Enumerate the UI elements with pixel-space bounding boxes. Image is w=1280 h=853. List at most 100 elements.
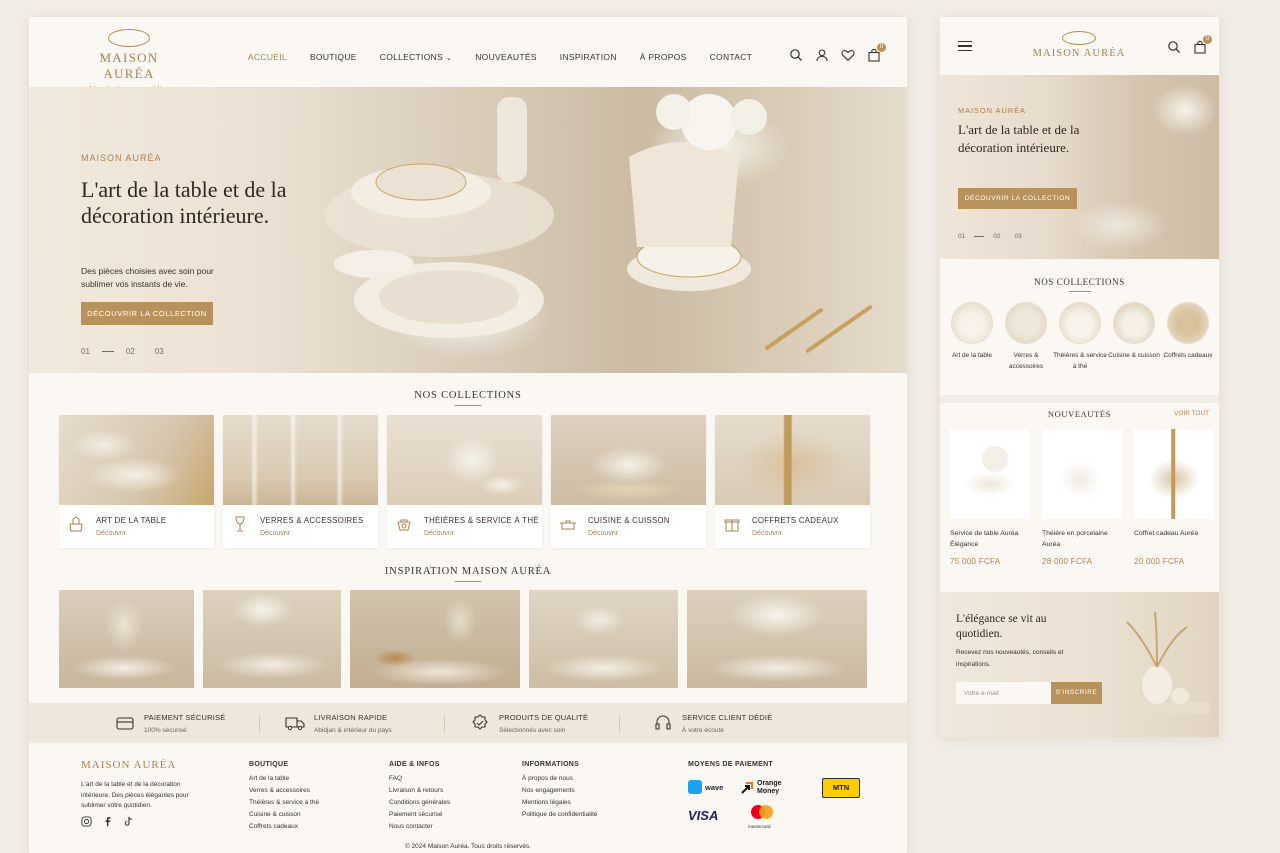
- nav-accueil[interactable]: ACCUEIL: [248, 52, 287, 62]
- footer-link[interactable]: Verres & accessoires: [249, 787, 319, 794]
- quality-badge-icon: [472, 714, 488, 730]
- facebook-icon[interactable]: [102, 816, 113, 827]
- mobile-collection-art-de-la-table[interactable]: Art de la table: [945, 302, 999, 372]
- nav-inspiration[interactable]: INSPIRATION: [560, 52, 617, 62]
- footer-link[interactable]: Mentions légales: [522, 799, 598, 806]
- inspiration-image-5[interactable]: [687, 590, 867, 688]
- footer-link[interactable]: Livraison & retours: [389, 787, 450, 794]
- truck-icon: [285, 717, 305, 731]
- nav-contact[interactable]: CONTACT: [710, 52, 753, 62]
- subscribe-button[interactable]: S'INSCRIRE: [1051, 682, 1102, 704]
- feature-sub: Abidjan & intérieur du pays: [314, 727, 392, 734]
- search-icon[interactable]: [789, 48, 803, 62]
- mobile-header-icons: 0: [1167, 35, 1212, 54]
- inspiration-image-4[interactable]: [529, 590, 678, 688]
- heart-icon[interactable]: [841, 48, 855, 62]
- footer-link[interactable]: Politique de confidentialité: [522, 811, 598, 818]
- mobile-logo-brand: MAISON AURÉA: [1032, 48, 1126, 59]
- collection-name: VERRES & ACCESSOIRES: [260, 516, 364, 525]
- collection-link[interactable]: Découvrir: [424, 530, 454, 537]
- slide-1[interactable]: 01: [958, 233, 965, 240]
- user-icon[interactable]: [815, 48, 829, 62]
- product-name: Coffret cadeau Auréa: [1134, 530, 1199, 537]
- newsletter-title: L'élégance se vit au quotidien.: [956, 613, 1047, 640]
- inspiration-image-3[interactable]: [350, 590, 520, 688]
- collection-image: [223, 415, 378, 505]
- search-icon[interactable]: [1167, 40, 1181, 54]
- discover-collection-button[interactable]: DÉCOUVRIR LA COLLECTION: [81, 302, 213, 325]
- nav-nouveautes[interactable]: NOUVEAUTÉS: [475, 52, 537, 62]
- inspiration-image-1[interactable]: [59, 590, 194, 688]
- footer-link[interactable]: FAQ: [389, 775, 450, 782]
- mobile-collection-label: Art de la table: [951, 352, 993, 359]
- collection-link[interactable]: Découvrir: [260, 530, 290, 537]
- slide-3[interactable]: 03: [1014, 233, 1021, 240]
- product-card[interactable]: Théière en porcelaine Auréa 28 000 FCFA: [1042, 429, 1122, 566]
- mastercard-mark: [751, 805, 773, 819]
- slide-3[interactable]: 03: [155, 347, 164, 356]
- footer-col-aide: AIDE & INFOS FAQ Livraison & retours Con…: [389, 761, 450, 835]
- mobile-divider: [940, 395, 1219, 403]
- footer-link[interactable]: Paiement sécurisé: [389, 811, 450, 818]
- mobile-collection-verres[interactable]: Verres & accessoires: [999, 302, 1053, 372]
- footer-brand: MAISON AURÉA: [81, 759, 177, 771]
- collection-link[interactable]: Découvrir: [96, 530, 126, 537]
- slide-2[interactable]: 02: [126, 347, 135, 356]
- nav-collections[interactable]: COLLECTIONS ⌄: [380, 52, 452, 62]
- product-card[interactable]: Coffret cadeau Auréa 20 000 FCFA: [1134, 429, 1214, 566]
- instagram-icon[interactable]: [81, 816, 92, 827]
- mobile-collection-cuisine[interactable]: Cuisine & cuisson: [1107, 302, 1161, 372]
- mobile-collections: Art de la table Verres & accessoires Thé…: [945, 302, 1215, 372]
- bag-icon[interactable]: 0: [867, 43, 886, 62]
- footer-link[interactable]: Nous contacter: [389, 823, 450, 830]
- collection-card-cuisine[interactable]: CUISINE & CUISSON Découvrir: [551, 415, 706, 548]
- bag-icon[interactable]: 0: [1193, 35, 1212, 54]
- header-icons: 0: [789, 43, 886, 62]
- mobile-collection-theieres[interactable]: Théières & service à thé: [1053, 302, 1107, 372]
- footer-link[interactable]: Cuisine & cuisson: [249, 811, 319, 818]
- collection-card-verres[interactable]: VERRES & ACCESSOIRES Découvrir: [223, 415, 378, 548]
- feature-qualite: PRODUITS DE QUALITÉ Sélectionnés avec soi…: [470, 713, 588, 734]
- collection-link[interactable]: Découvrir: [752, 530, 782, 537]
- product-card[interactable]: Service de table Auréa Élégance 75 000 F…: [950, 429, 1030, 566]
- visa-logo: VISA: [688, 808, 719, 823]
- wave-logo: wave: [688, 780, 723, 794]
- footer-link[interactable]: À propos de nous: [522, 775, 598, 782]
- footer-link[interactable]: Nos engagements: [522, 787, 598, 794]
- nav-a-propos[interactable]: À PROPOS: [640, 52, 687, 62]
- collection-thumb: [1113, 302, 1155, 344]
- wave-mark: [688, 780, 702, 794]
- mobile-collection-coffrets[interactable]: Coffrets cadeaux: [1161, 302, 1215, 372]
- inspiration-gallery: [59, 590, 867, 688]
- footer-link[interactable]: Coffrets cadeaux: [249, 823, 319, 830]
- mobile-logo[interactable]: MAISON AURÉA: [1024, 31, 1134, 59]
- collection-card-coffrets[interactable]: COFFRETS CADEAUX Découvrir: [715, 415, 870, 548]
- collection-link[interactable]: Découvrir: [588, 530, 618, 537]
- payment-logos: wave Orange Money MTN VISA mastercard: [688, 778, 868, 840]
- product-price: 28 000 FCFA: [1042, 557, 1093, 566]
- nav-boutique[interactable]: BOUTIQUE: [310, 52, 357, 62]
- newsletter-desc: Recevez nos nouveautés, conseils et insp…: [956, 649, 1064, 668]
- product-price: 75 000 FCFA: [950, 557, 1001, 566]
- menu-icon[interactable]: [958, 41, 972, 52]
- product-name: Service de table Auréa Élégance: [950, 530, 1019, 548]
- footer-link[interactable]: Théières & service à thé: [249, 799, 319, 806]
- mobile-new-products: Service de table Auréa Élégance 75 000 F…: [950, 429, 1214, 566]
- collection-card-art-de-la-table[interactable]: ART DE LA TABLE Découvrir: [59, 415, 214, 548]
- collection-card-theieres[interactable]: THÉIÈRES & SERVICE À THÉ Découvrir: [387, 415, 542, 548]
- email-input[interactable]: [956, 682, 1051, 704]
- footer-col-boutique: BOUTIQUE Art de la table Verres & access…: [249, 761, 319, 835]
- see-all-link[interactable]: VOIR TOUT: [1174, 410, 1209, 417]
- feature-title: SERVICE CLIENT DÉDIÉ: [682, 713, 773, 722]
- slide-2[interactable]: 02: [993, 233, 1000, 240]
- footer-link[interactable]: Art de la table: [249, 775, 319, 782]
- slide-1[interactable]: 01: [81, 347, 90, 356]
- hero-subtitle: Des pièces choisies avec soin pour subli…: [81, 266, 214, 289]
- collections-title-text: NOS COLLECTIONS: [414, 390, 522, 401]
- mobile-collections-title: NOS COLLECTIONS: [940, 277, 1219, 292]
- tiktok-icon[interactable]: [123, 816, 134, 827]
- mobile-discover-button[interactable]: DÉCOUVRIR LA COLLECTION: [958, 188, 1077, 209]
- logo[interactable]: MAISON AURÉA L'art de vivre au quotidien: [77, 29, 181, 93]
- footer-link[interactable]: Conditions générales: [389, 799, 450, 806]
- inspiration-image-2[interactable]: [203, 590, 341, 688]
